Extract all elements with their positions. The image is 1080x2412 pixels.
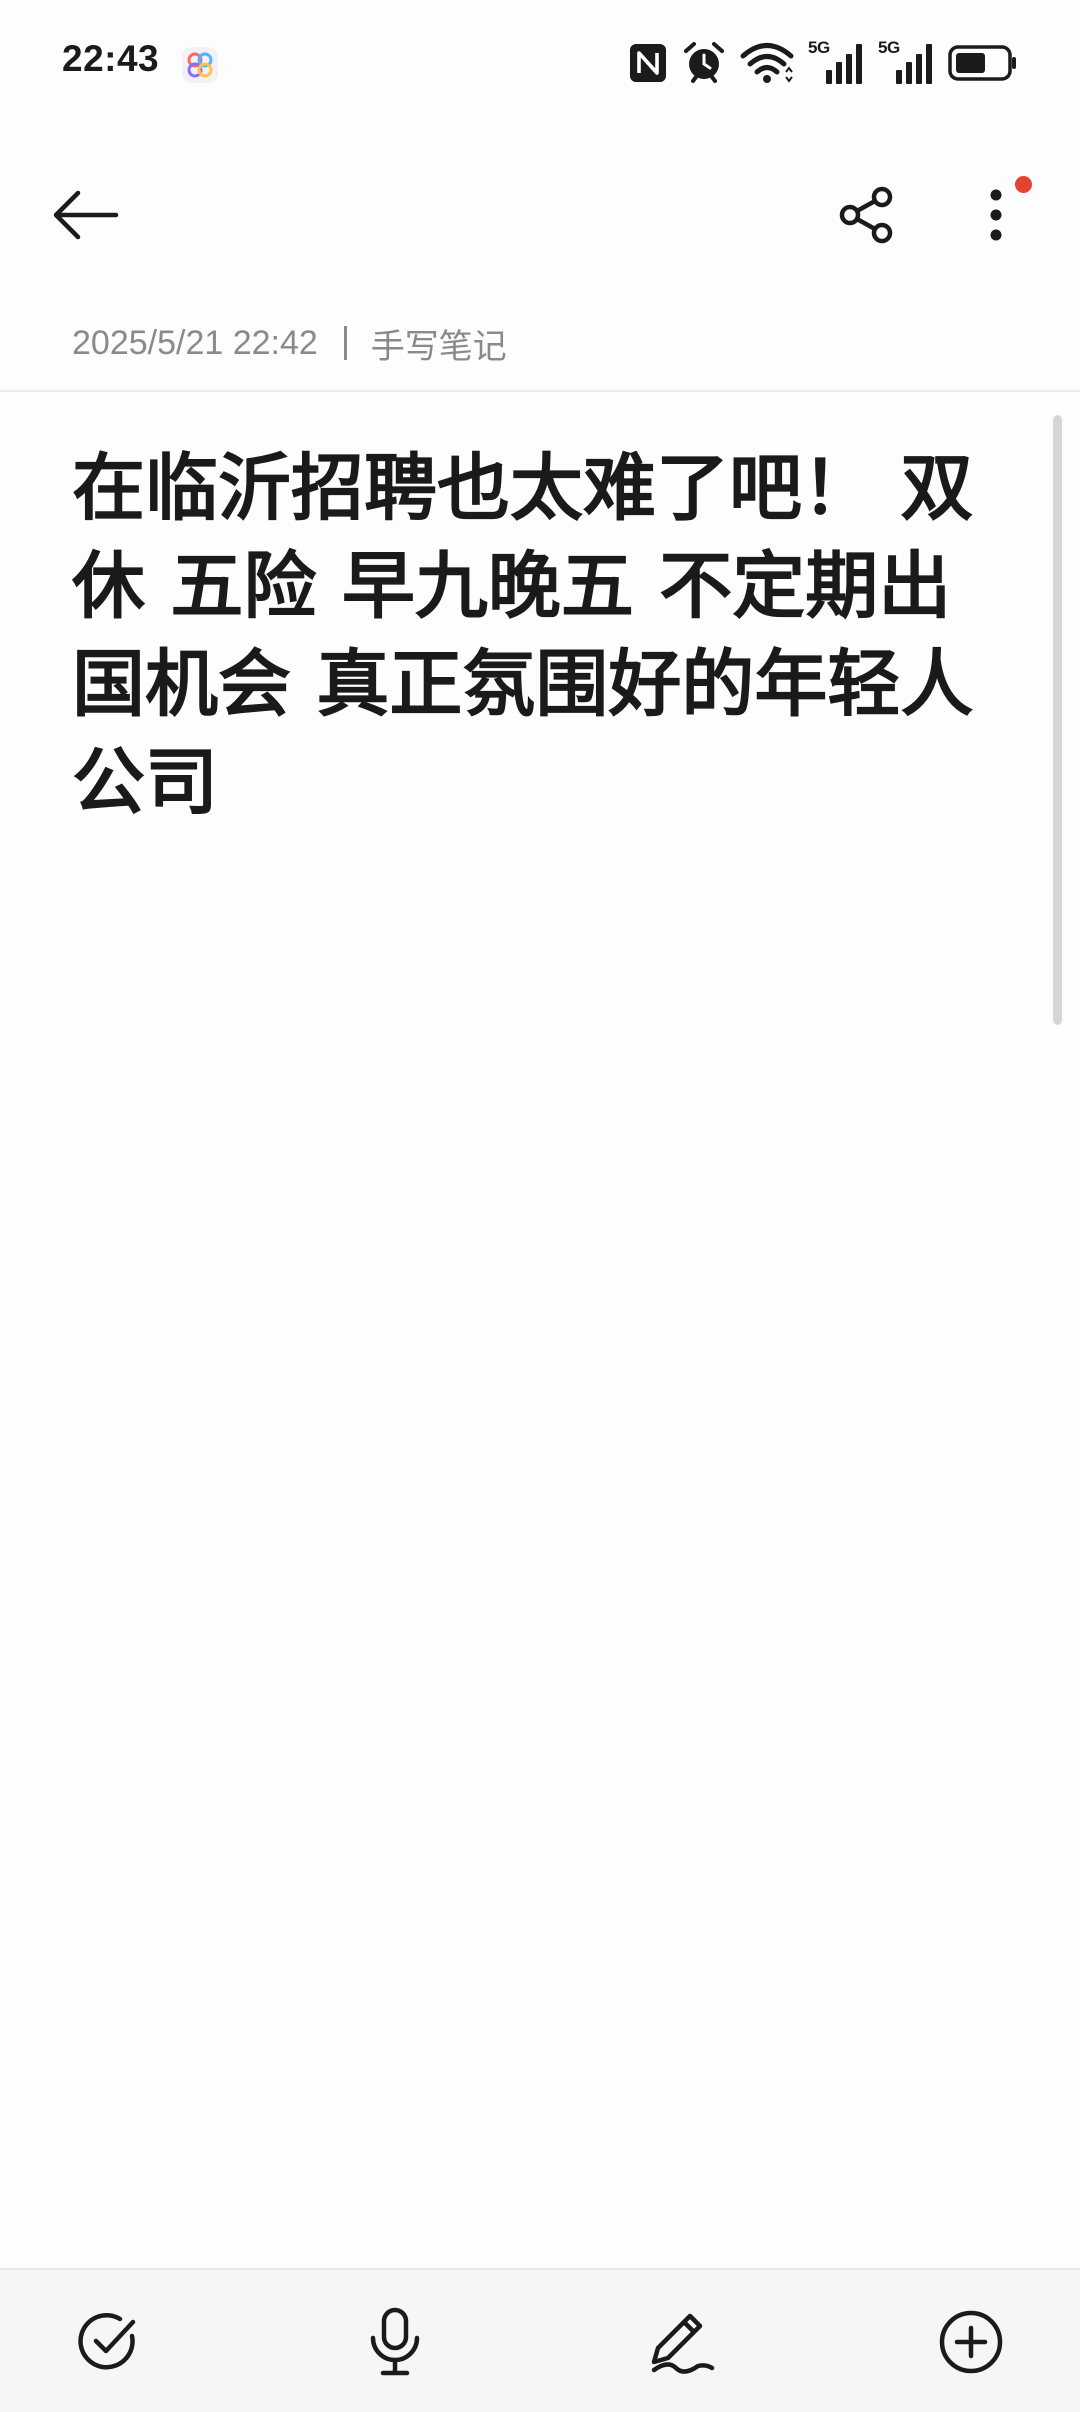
meta-separator [343, 326, 347, 360]
add-circle-icon [939, 2310, 1003, 2374]
battery-icon [948, 45, 1016, 81]
status-time: 22:43 [62, 38, 160, 79]
alarm-icon [684, 42, 724, 83]
checklist-button[interactable] [58, 2294, 158, 2390]
note-category[interactable]: 手写笔记 [371, 319, 507, 368]
note-toolbar [0, 125, 1080, 305]
signal-icon: 5G [878, 38, 934, 86]
back-button[interactable] [40, 175, 130, 255]
note-meta: 2025/5/21 22:42 手写笔记 [72, 318, 507, 368]
microphone-icon [370, 2307, 420, 2376]
wifi-icon [740, 43, 794, 83]
scrollbar[interactable] [1053, 415, 1062, 1025]
more-vertical-icon [990, 189, 1002, 241]
nfc-icon [630, 44, 666, 82]
notification-dot [1015, 176, 1032, 193]
handwriting-button[interactable] [632, 2294, 732, 2390]
voice-input-button[interactable] [345, 2294, 445, 2390]
app-indicator-icon [182, 47, 218, 83]
add-button[interactable] [921, 2294, 1021, 2390]
checklist-icon [78, 2313, 136, 2370]
note-body[interactable]: 在临沂招聘也太难了吧！ 双休 五险 早九晚五 不定期出国机会 真正氛围好的年轻人… [72, 440, 1012, 832]
bottom-toolbar [0, 2268, 1080, 2412]
status-bar: 22:43 5G 5G [0, 0, 1080, 125]
signal-icon: 5G [808, 38, 864, 86]
back-arrow-icon [53, 190, 119, 240]
share-button[interactable] [822, 175, 914, 255]
handwriting-pen-icon [651, 2313, 715, 2374]
share-icon [839, 186, 893, 244]
header-divider [0, 390, 1080, 392]
note-datetime: 2025/5/21 22:42 [72, 323, 318, 362]
